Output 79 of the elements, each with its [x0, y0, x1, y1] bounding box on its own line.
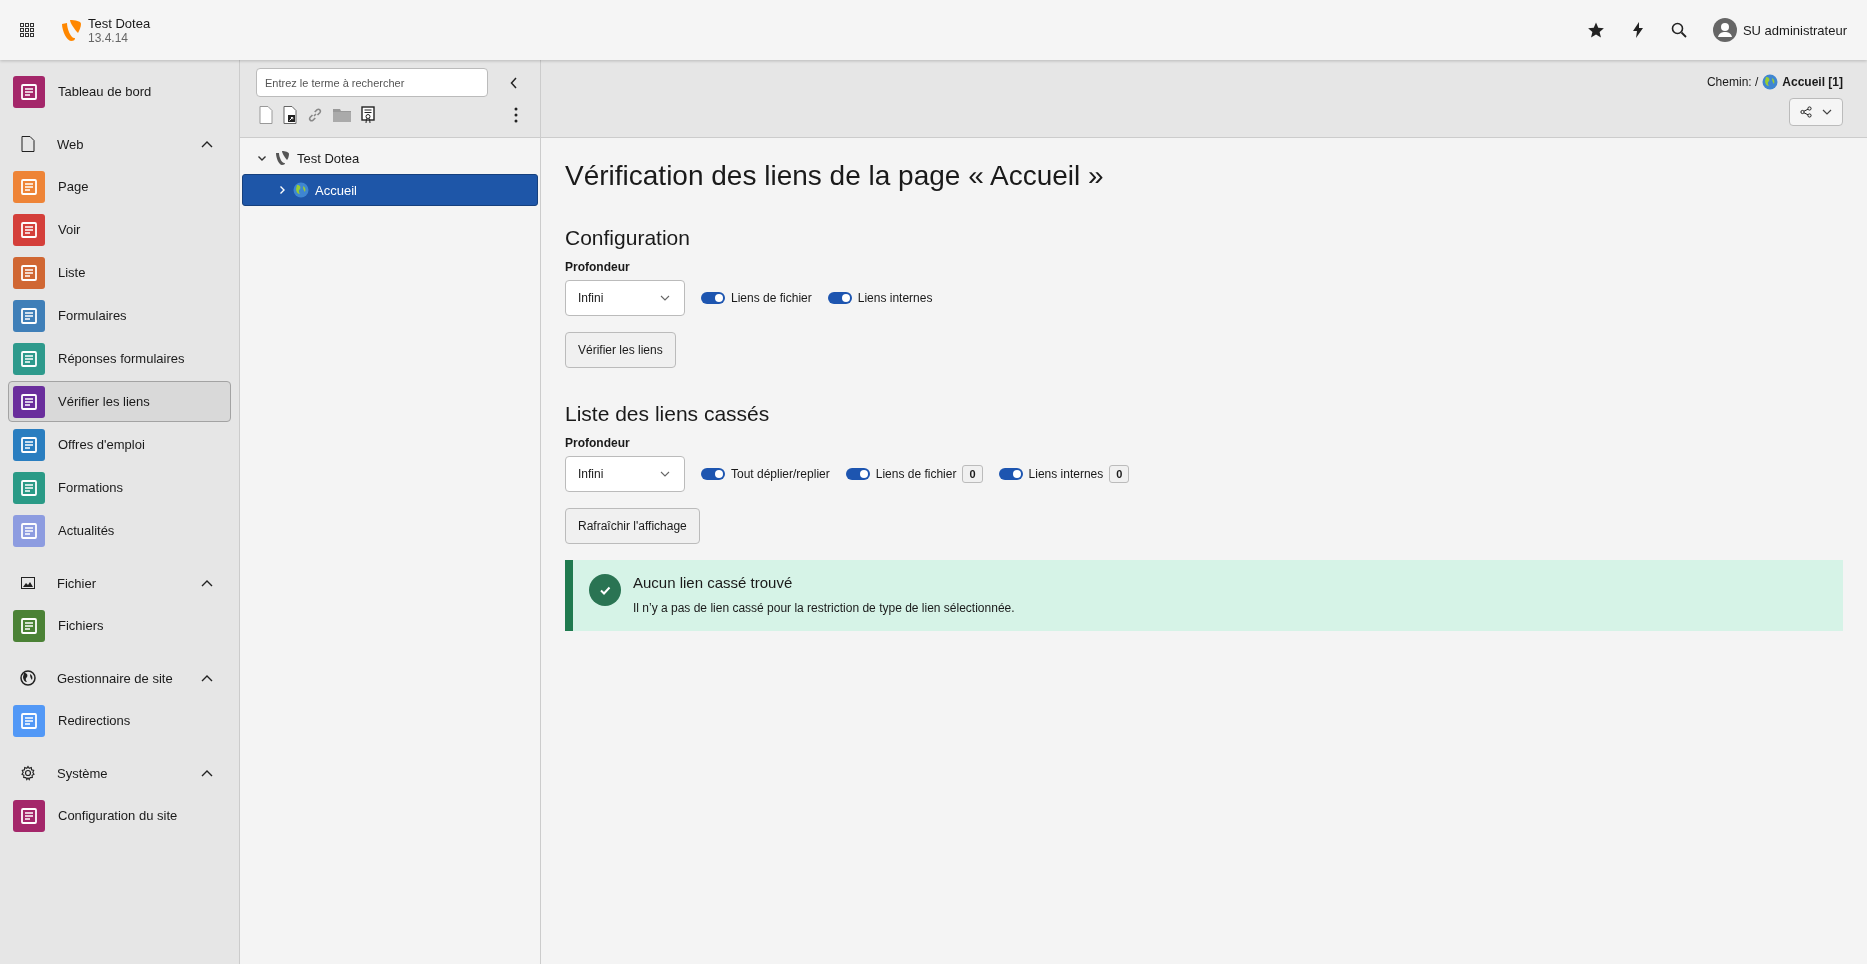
page-title: Vérification des liens de la page « Accueil » [565, 160, 1105, 192]
user-name[interactable]: SU administrateur [1742, 22, 1847, 38]
sidebar-item[interactable]: Tableau de bord [8, 71, 231, 112]
chevron-icon[interactable] [257, 153, 267, 163]
toggle-switch[interactable] [827, 292, 852, 304]
caret-icon [1822, 109, 1832, 115]
depth-select[interactable]: Infini [565, 456, 685, 492]
alert-title: Aucun lien cassé trouvé [633, 574, 794, 591]
depth-select[interactable]: Infini [565, 280, 685, 316]
sidebar-item[interactable]: Formations [8, 467, 231, 508]
star-icon[interactable] [1586, 21, 1605, 39]
new-page-icon[interactable] [259, 106, 273, 124]
lightning-icon[interactable] [1630, 21, 1645, 39]
count-badge: 0 [1109, 465, 1130, 483]
globe-icon [293, 182, 309, 198]
section-heading: Configuration [565, 226, 691, 250]
chevron-icon[interactable] [201, 140, 213, 148]
sidebar-item[interactable]: Actualités [8, 510, 231, 551]
avatar-icon[interactable] [1712, 18, 1737, 42]
search-icon[interactable] [1670, 22, 1687, 38]
toggle-label: Liens de fichier [731, 291, 812, 305]
count-badge: 0 [962, 465, 983, 483]
settings-icon [20, 765, 36, 781]
chevron-icon[interactable] [201, 769, 213, 777]
share-button[interactable] [1789, 98, 1843, 126]
sidebar-item[interactable]: Fichiers [8, 605, 231, 646]
caret-icon [660, 295, 670, 301]
logo-icon [60, 18, 82, 42]
toggle-switch[interactable] [845, 468, 870, 480]
collapse-icon[interactable] [510, 76, 518, 89]
sidebar-item[interactable]: Formulaires [8, 295, 231, 336]
sidebar-item[interactable]: Vérifier les liens [8, 381, 231, 422]
sidebar-group[interactable]: Fichier [8, 563, 231, 603]
search-field[interactable]: Entrez le terme à rechercher [256, 68, 488, 97]
check-links-button[interactable]: Vérifier les liens [565, 332, 676, 368]
document-icon [21, 136, 35, 152]
globe-icon [20, 670, 36, 686]
image-icon [21, 577, 35, 589]
tree-item[interactable]: Test Dotea [242, 142, 538, 174]
alert-message: Il n’y a pas de lien cassé pour la restriction de type de lien sélectionnée. [633, 601, 1015, 615]
logo-icon [273, 149, 291, 167]
app-grid-icon[interactable] [20, 23, 34, 37]
sidebar-item[interactable]: Voir [8, 209, 231, 250]
sidebar-item[interactable]: Page [8, 166, 231, 207]
page-shortcut-icon[interactable] [283, 106, 297, 124]
sidebar-group[interactable]: Système [8, 753, 231, 793]
toggle-label: Liens internes [1028, 467, 1104, 481]
breadcrumb-link[interactable]: Accueil [1] [1782, 75, 1843, 89]
checkmark-icon [589, 574, 621, 606]
toggle-label: Tout déplier/replier [731, 467, 830, 481]
sidebar-group[interactable]: Gestionnaire de site [8, 658, 231, 698]
chevron-icon[interactable] [277, 185, 287, 195]
sidebar-item[interactable]: Liste [8, 252, 231, 293]
more-icon[interactable] [514, 107, 518, 123]
caret-icon [660, 471, 670, 477]
certificate-icon[interactable] [361, 106, 375, 124]
sidebar-item[interactable]: Offres d'emploi [8, 424, 231, 465]
chevron-icon[interactable] [201, 674, 213, 682]
version-label: 13.4.14 [88, 30, 130, 45]
sidebar-item[interactable]: Configuration du site [8, 795, 231, 836]
toggle-label: Liens de fichier [875, 467, 957, 481]
link-icon[interactable] [307, 107, 323, 123]
section-heading: Liste des liens cassés [565, 402, 771, 426]
field-label: Profondeur [565, 436, 631, 450]
sidebar-item[interactable]: Réponses formulaires [8, 338, 231, 379]
site-name: Test Dotea [88, 15, 151, 31]
sidebar-group[interactable]: Web [8, 124, 231, 164]
toggle-label: Liens internes [857, 291, 933, 305]
share-icon [1800, 106, 1812, 118]
field-label: Profondeur [565, 260, 631, 274]
toggle-switch[interactable] [701, 468, 725, 480]
chevron-icon[interactable] [201, 579, 213, 587]
toggle-switch[interactable] [701, 292, 725, 304]
breadcrumb-label: Chemin: / [1706, 75, 1759, 89]
tree-item[interactable]: Accueil [242, 174, 538, 206]
toggle-switch[interactable] [998, 468, 1023, 480]
refresh-button[interactable]: Rafraîchir l'affichage [565, 508, 700, 544]
globe-icon [1762, 74, 1779, 90]
sidebar-item[interactable]: Redirections [8, 700, 231, 741]
